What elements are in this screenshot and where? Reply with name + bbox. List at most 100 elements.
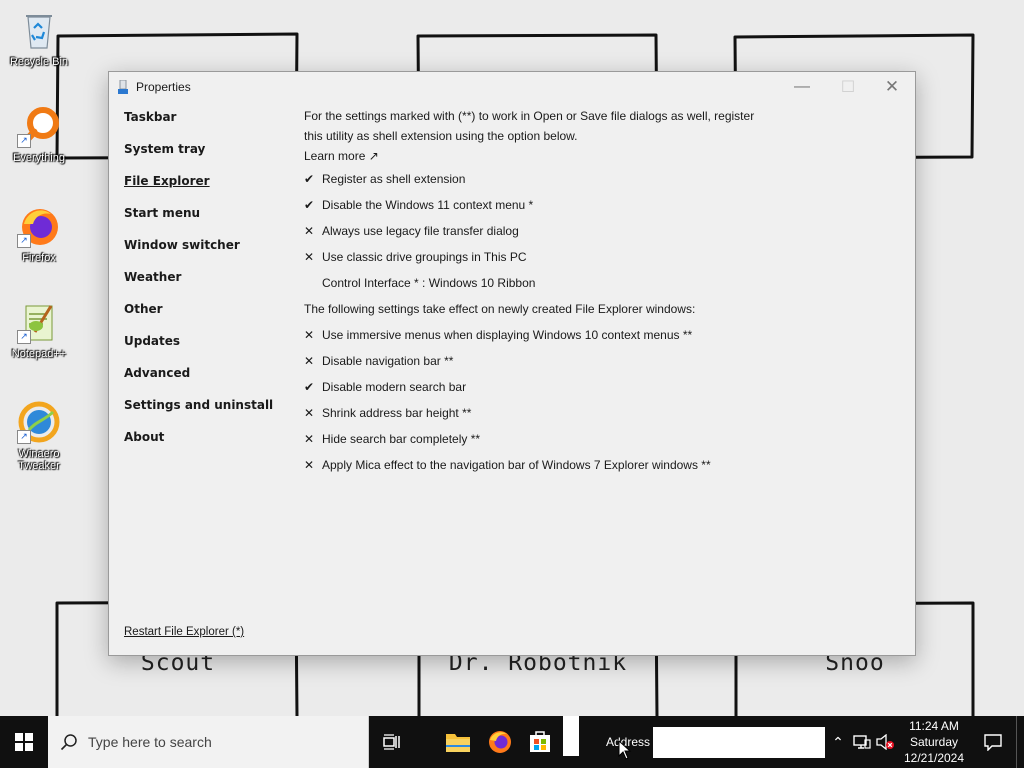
address-toolbar-input[interactable]: [653, 727, 825, 758]
start-button[interactable]: [0, 716, 48, 768]
task-view-button[interactable]: [372, 716, 412, 768]
recycle-bin-icon: [17, 8, 61, 52]
desktop-icon-notepad-plus-plus[interactable]: ↗ Notepad++: [4, 300, 74, 360]
section-description: The following settings take effect on ne…: [304, 302, 696, 316]
setting-control-interface[interactable]: Control Interface * : Windows 10 Ribbon: [304, 270, 764, 296]
taskbar-clock[interactable]: 11:24 AM Saturday 12/21/2024: [898, 718, 970, 766]
store-icon: [530, 731, 550, 752]
setting-disable-navigation-bar[interactable]: ✕ Disable navigation bar **: [304, 348, 764, 374]
sidebar-item-advanced[interactable]: Advanced: [124, 362, 294, 394]
cross-mark-icon: ✕: [304, 328, 315, 342]
desktop-icon-firefox[interactable]: ↗ Firefox: [4, 204, 74, 264]
folder-icon: [446, 734, 470, 752]
everything-search-icon: ↗: [17, 104, 61, 148]
show-desktop-button[interactable]: [1016, 716, 1024, 768]
shortcut-arrow-icon: ↗: [17, 134, 31, 148]
desktop-icon-everything[interactable]: ↗ Everything: [4, 104, 74, 164]
shortcut-arrow-icon: ↗: [17, 430, 31, 444]
volume-muted-icon: [876, 734, 894, 750]
taskbar-file-explorer-button[interactable]: [438, 716, 478, 768]
taskbar-search-box[interactable]: Type here to search: [48, 716, 369, 768]
close-icon: ✕: [884, 77, 900, 96]
sidebar-item-weather[interactable]: Weather: [124, 266, 294, 298]
setting-register-shell-extension[interactable]: ✔ Register as shell extension: [304, 166, 764, 192]
cross-mark-icon: ✕: [304, 250, 315, 264]
sidebar-item-file-explorer[interactable]: File Explorer: [124, 170, 294, 202]
maximize-icon: ☐: [840, 79, 856, 96]
search-icon: [60, 734, 77, 751]
setting-disable-win11-context-menu[interactable]: ✔ Disable the Windows 11 context menu *: [304, 192, 764, 218]
restart-file-explorer-link[interactable]: Restart File Explorer (*): [124, 626, 244, 638]
notification-icon: [984, 734, 1002, 751]
desktop-icon-label: Everything: [13, 152, 65, 164]
desktop-icon-label: Winaero Tweaker: [18, 448, 60, 472]
setting-shrink-address-bar[interactable]: ✕ Shrink address bar height **: [304, 400, 764, 426]
windows-logo-icon: [15, 733, 33, 751]
setting-label: Always use legacy file transfer dialog: [322, 224, 519, 238]
network-tray-button[interactable]: [850, 716, 874, 768]
cross-mark-icon: ✕: [304, 432, 315, 446]
setting-label: Register as shell extension: [322, 172, 466, 186]
learn-more-link[interactable]: Learn more ↗: [304, 146, 764, 166]
sidebar-item-taskbar[interactable]: Taskbar: [124, 106, 294, 138]
taskbar-firefox-button[interactable]: [480, 716, 520, 768]
minimize-icon: —: [794, 78, 810, 95]
properties-window: Properties — ☐ ✕ Taskbar System tray Fil…: [108, 71, 916, 656]
setting-label: Use immersive menus when displaying Wind…: [322, 328, 693, 342]
setting-immersive-menus[interactable]: ✕ Use immersive menus when displaying Wi…: [304, 322, 764, 348]
sidebar-item-start-menu[interactable]: Start menu: [124, 202, 294, 234]
setting-label: Apply Mica effect to the navigation bar …: [322, 458, 711, 472]
maximize-button[interactable]: ☐: [825, 72, 871, 102]
taskbar-store-button[interactable]: [520, 716, 560, 768]
setting-mica-effect[interactable]: ✕ Apply Mica effect to the navigation ba…: [304, 452, 764, 478]
taskbar-blank-item[interactable]: [563, 716, 579, 756]
setting-disable-modern-search-bar[interactable]: ✔ Disable modern search bar: [304, 374, 764, 400]
sidebar-item-window-switcher[interactable]: Window switcher: [124, 234, 294, 266]
search-placeholder: Type here to search: [88, 734, 212, 750]
network-icon: [853, 735, 871, 749]
setting-label: Use classic drive groupings in This PC: [322, 250, 527, 264]
window-titlebar[interactable]: Properties — ☐ ✕: [109, 72, 915, 102]
action-center-button[interactable]: [978, 716, 1008, 768]
sidebar-item-system-tray[interactable]: System tray: [124, 138, 294, 170]
firefox-icon: [489, 731, 511, 753]
check-mark-icon: ✔: [304, 172, 315, 186]
sidebar-item-other[interactable]: Other: [124, 298, 294, 330]
firefox-icon: ↗: [17, 204, 61, 248]
shortcut-arrow-icon: ↗: [17, 330, 31, 344]
desktop-icon-winaero-tweaker[interactable]: ↗ Winaero Tweaker: [4, 400, 74, 472]
setting-legacy-file-transfer-dialog[interactable]: ✕ Always use legacy file transfer dialog: [304, 218, 764, 244]
sidebar-item-settings-and-uninstall[interactable]: Settings and uninstall: [124, 394, 294, 426]
setting-classic-drive-groupings[interactable]: ✕ Use classic drive groupings in This PC: [304, 244, 764, 270]
mouse-cursor-icon: [618, 740, 632, 760]
cross-mark-icon: ✕: [304, 406, 315, 420]
desktop-icon-label: Firefox: [22, 252, 56, 264]
settings-content: For the settings marked with (**) to wor…: [304, 106, 764, 478]
notepad-plus-plus-icon: ↗: [17, 300, 61, 344]
setting-label: Disable modern search bar: [322, 380, 467, 394]
cross-mark-icon: ✕: [304, 354, 315, 368]
check-mark-icon: ✔: [304, 198, 315, 212]
setting-label: Disable navigation bar **: [322, 354, 454, 368]
task-view-icon: [383, 734, 400, 750]
sidebar-nav: Taskbar System tray File Explorer Start …: [124, 106, 294, 458]
window-title: Properties: [136, 80, 191, 94]
setting-label: Shrink address bar height **: [322, 406, 472, 420]
sidebar-item-updates[interactable]: Updates: [124, 330, 294, 362]
winaero-tweaker-icon: ↗: [17, 400, 61, 444]
volume-tray-button[interactable]: [873, 716, 897, 768]
close-button[interactable]: ✕: [869, 72, 915, 102]
chevron-up-icon: ⌃: [832, 733, 844, 750]
desktop-icon-label: Notepad++: [11, 348, 67, 360]
sidebar-item-about[interactable]: About: [124, 426, 294, 458]
intro-text-line-2: this utility as shell extension using th…: [304, 129, 578, 143]
cross-mark-icon: ✕: [304, 458, 315, 472]
clock-day: Saturday: [909, 735, 959, 749]
intro-text-line-1: For the settings marked with (**) to wor…: [304, 109, 755, 123]
setting-hide-search-bar[interactable]: ✕ Hide search bar completely **: [304, 426, 764, 452]
show-hidden-icons-button[interactable]: ⌃: [826, 716, 850, 768]
clock-time: 11:24 AM: [909, 719, 959, 733]
setting-label: Hide search bar completely **: [322, 432, 481, 446]
minimize-button[interactable]: —: [779, 72, 825, 102]
desktop-icon-recycle-bin[interactable]: Recycle Bin: [4, 8, 74, 68]
